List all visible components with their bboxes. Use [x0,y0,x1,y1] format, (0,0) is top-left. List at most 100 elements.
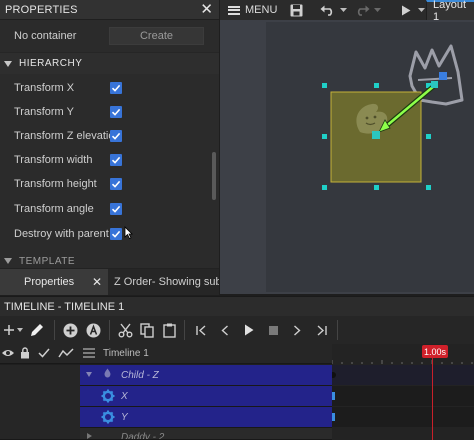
properties-panel: PROPERTIES ✕ No container Create HIERARC… [0,0,219,268]
track-toggle-cells[interactable] [0,406,80,428]
main-toolbar: MENU Layout 1 [220,0,474,23]
timeline-name: Timeline 1 [103,348,149,359]
save-icon[interactable] [284,0,308,20]
paste-icon[interactable] [158,316,180,344]
sprite-icon [104,368,111,378]
tab-z-order[interactable]: Z Order- Showing sub... [108,269,219,295]
no-container-row: No container Create [0,20,219,52]
track-row[interactable]: Child - Z [0,364,332,386]
play-dropdown-icon[interactable] [416,0,426,20]
skip-to-end-icon[interactable] [309,316,333,344]
create-button[interactable]: Create [109,27,204,45]
eye-icon[interactable] [1,348,15,358]
tab-layout-1[interactable]: Layout 1 [426,0,474,23]
copy-icon[interactable] [136,316,158,344]
add-icon[interactable] [2,316,16,344]
transform-x-checkbox[interactable] [110,82,122,94]
canvas-objects [322,44,464,190]
track-row-background [80,428,332,439]
undo-icon[interactable] [316,0,338,20]
prop-label: Transform X [14,82,75,94]
hamburger-icon [228,5,240,15]
graph-icon[interactable] [58,348,74,358]
hierarchy-section-label: HIERARCHY [19,58,83,69]
close-tab-icon[interactable]: ✕ [92,275,102,289]
playhead-time-label[interactable]: 1.00s [422,345,448,358]
layout-canvas[interactable] [220,20,474,294]
time-ruler [330,360,474,427]
toolbar-divider [184,320,185,340]
track-row-highlight [80,365,332,385]
timeline-header: TIMELINE - TIMELINE 1 [0,296,474,316]
track-row-highlight [80,386,332,406]
lock-icon[interactable] [20,347,30,359]
prop-label: Transform height [14,178,97,190]
gear-icon [101,410,115,424]
timeline-keyframe-area[interactable] [330,344,474,440]
transform-z-checkbox[interactable] [110,130,122,142]
track-toggle-cells[interactable] [0,428,80,439]
timeline-play-icon[interactable] [237,316,261,344]
stop-icon[interactable] [261,316,285,344]
prop-label: Transform angle [14,203,94,215]
timeline-body: Timeline 1 Child - Z X Y Daddy - 2 [0,344,474,440]
layout-editor: MENU Layout 1 [220,0,474,294]
skip-to-start-icon[interactable] [189,316,213,344]
transform-angle-checkbox[interactable] [110,203,122,215]
undo-dropdown-icon[interactable] [338,0,348,20]
chevron-down-icon [4,60,12,67]
toolbar-divider [337,320,338,340]
tab-properties[interactable]: Properties ✕ [0,269,108,295]
chevron-right-icon[interactable] [87,433,92,439]
transform-height-checkbox[interactable] [110,178,122,190]
chevron-down-icon [4,258,12,264]
step-forward-icon[interactable] [285,316,309,344]
keyframe-marker [332,392,335,400]
toolbar-divider [54,320,55,340]
properties-scrollbar[interactable] [212,152,216,200]
panel-tabs: Properties ✕ Z Order- Showing sub... [0,268,219,295]
track-toggle-cells[interactable] [0,385,80,407]
prop-row-destroy-with-parent: Destroy with parent [0,222,210,246]
destroy-with-parent-checkbox[interactable] [110,228,122,240]
chevron-down-icon[interactable] [86,372,92,377]
transform-width-checkbox[interactable] [110,154,122,166]
cut-icon[interactable] [114,316,136,344]
track-row-highlight [80,407,332,427]
track-row[interactable]: Y [0,406,332,428]
menu-button[interactable]: MENU [220,0,277,20]
menu-label: MENU [245,4,278,16]
prop-label: Transform Z elevation [14,130,110,142]
prop-row-transform-height: Transform height [0,172,210,196]
properties-header: PROPERTIES ✕ [0,0,219,20]
track-name: Y [121,411,128,423]
hierarchy-section-header[interactable]: HIERARCHY [0,52,219,74]
prop-row-transform-z: Transform Z elevation [0,124,210,148]
add-property-icon[interactable] [81,316,105,344]
play-icon[interactable] [396,0,416,20]
redo-icon[interactable] [352,0,372,20]
prop-row-transform-y: Transform Y [0,100,210,124]
toolbar-divider [109,320,110,340]
checkmark-icon[interactable] [38,348,50,358]
step-back-icon[interactable] [213,316,237,344]
prop-label: Transform Y [14,106,74,118]
timeline-toolbar [0,316,474,344]
mouse-cursor-icon [124,226,133,239]
track-row[interactable]: Daddy - 2 [0,428,332,440]
track-row[interactable]: X [0,385,332,407]
add-dropdown-icon[interactable] [16,316,24,344]
timeline-track-header: Timeline 1 [0,344,332,364]
redo-dropdown-icon[interactable] [372,0,382,20]
track-name: Child - Z [121,369,159,381]
gear-icon [101,389,115,403]
pencil-icon[interactable] [24,316,50,344]
playhead-line[interactable] [432,358,433,440]
track-toggle-cells[interactable] [0,364,80,386]
template-section-header[interactable]: TEMPLATE [0,252,219,268]
transform-y-checkbox[interactable] [110,106,122,118]
prop-row-transform-x: Transform X [0,76,210,100]
close-icon[interactable]: ✕ [200,2,213,17]
add-keyframe-icon[interactable] [59,316,81,344]
prop-label: Transform width [14,154,93,166]
